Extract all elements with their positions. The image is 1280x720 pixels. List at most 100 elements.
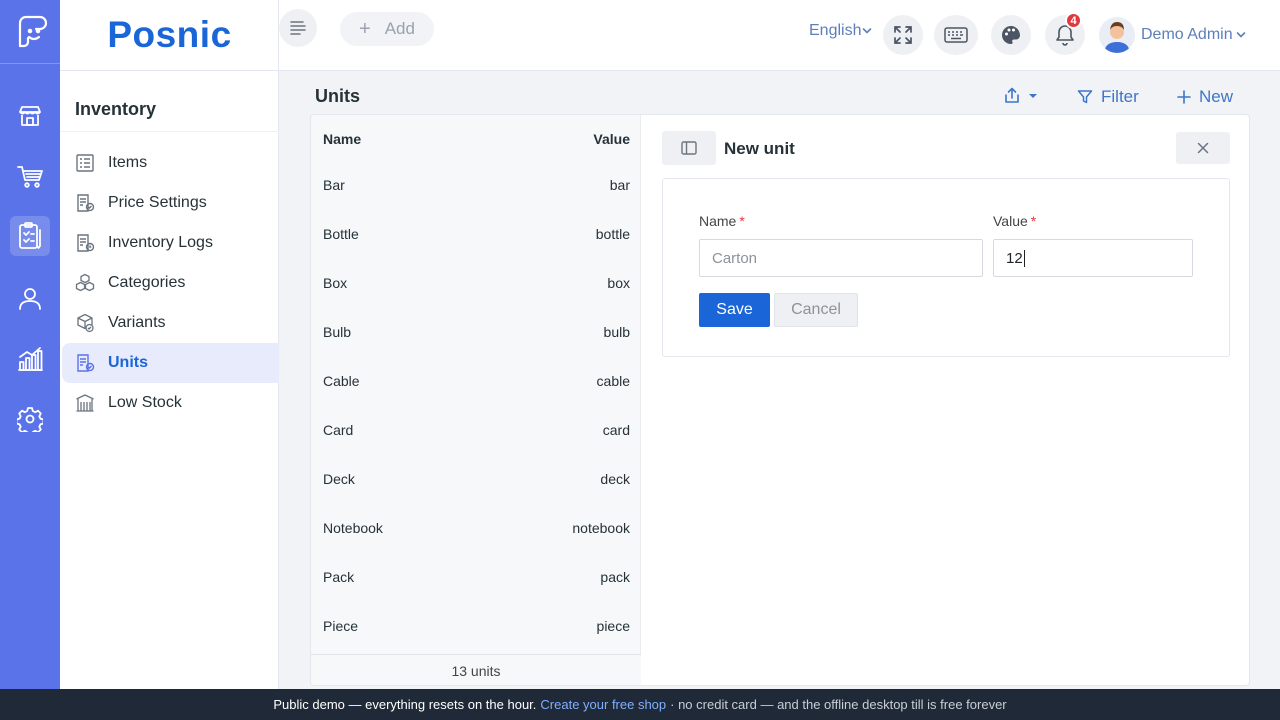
rail-inventory-button[interactable]	[10, 216, 50, 256]
table-row[interactable]: Bulb bulb	[323, 324, 630, 340]
inventory-clipboard-icon	[19, 222, 41, 249]
sidebar-item-label: Price Settings	[108, 194, 207, 211]
list-icon	[75, 153, 95, 173]
notifications-button[interactable]: 4	[1045, 12, 1085, 55]
divider	[60, 131, 279, 132]
table-row[interactable]: Deck deck	[323, 471, 630, 487]
menu-toggle-icon	[290, 21, 306, 35]
user-menu[interactable]: Demo Admin	[1099, 17, 1247, 53]
table-row[interactable]: Bottle bottle	[323, 226, 630, 242]
column-header-name[interactable]: Name	[323, 131, 361, 147]
sidebar-item-label: Variants	[108, 314, 166, 331]
toggle-list-button[interactable]	[662, 131, 716, 165]
icon-rail	[0, 0, 60, 689]
unit-value: piece	[596, 618, 630, 634]
rail-reports-button[interactable]	[10, 339, 50, 379]
unit-value: card	[602, 422, 630, 438]
sidebar-item-price-settings[interactable]: Price Settings	[62, 183, 279, 223]
value-field-label: Value *	[993, 213, 1037, 229]
cart-icon	[17, 166, 43, 188]
table-row[interactable]: Piece piece	[323, 618, 630, 634]
sidebar-item-label: Inventory Logs	[108, 234, 213, 251]
sidebar-item-inventory-logs[interactable]: Inventory Logs	[62, 223, 279, 263]
rail-store-button[interactable]	[10, 96, 50, 136]
cubes-icon	[75, 273, 95, 293]
sidebar-item-units[interactable]: Units	[62, 343, 279, 383]
sidebar-item-low-stock[interactable]: Low Stock	[62, 383, 279, 423]
sidebar-item-categories[interactable]: Categories	[62, 263, 279, 303]
list-header: Name Value	[323, 131, 630, 147]
filter-button[interactable]: Filter	[1077, 87, 1139, 107]
unit-name: Bulb	[323, 324, 352, 340]
sidebar-item-label: Low Stock	[108, 394, 182, 411]
rail-cart-button[interactable]	[10, 156, 50, 196]
unit-name: Notebook	[323, 520, 383, 536]
table-row[interactable]: Notebook notebook	[323, 520, 630, 536]
table-row[interactable]: Card card	[323, 422, 630, 438]
app-logo[interactable]	[0, 0, 60, 64]
store-icon	[19, 106, 41, 126]
new-label: New	[1199, 87, 1234, 106]
chart-icon	[18, 347, 43, 371]
banner-subtext: · no credit card — and the offline deskt…	[670, 697, 1007, 712]
caret-down-icon	[1029, 93, 1037, 98]
side-menu: Posnic Inventory Items Price Settings In…	[60, 0, 279, 689]
keyboard-icon	[944, 27, 968, 43]
language-label: English	[809, 22, 862, 39]
rail-settings-button[interactable]	[10, 399, 50, 439]
name-field-label: Name *	[699, 213, 745, 229]
sidebar-item-items[interactable]: Items	[62, 143, 279, 183]
sidebar-item-label: Units	[108, 354, 148, 371]
export-button[interactable]	[1004, 87, 1046, 104]
unit-value: pack	[600, 569, 630, 585]
keyboard-shortcuts-button[interactable]	[934, 15, 978, 55]
brand-logo-text[interactable]: Posnic	[60, 14, 279, 56]
name-input-placeholder: Carton	[712, 249, 758, 267]
language-selector[interactable]: English	[809, 22, 873, 40]
price-document-icon	[75, 193, 95, 213]
filter-icon	[1077, 90, 1093, 104]
plus-icon	[1177, 90, 1191, 104]
app-logo-icon	[18, 15, 48, 47]
table-row[interactable]: Pack pack	[323, 569, 630, 585]
unit-name: Bottle	[323, 226, 359, 242]
rail-users-button[interactable]	[10, 278, 50, 318]
column-header-value[interactable]: Value	[593, 131, 630, 147]
sidebar-item-label: Categories	[108, 274, 186, 291]
notification-badge: 4	[1065, 12, 1082, 29]
warehouse-icon	[75, 393, 95, 413]
fullscreen-button[interactable]	[883, 15, 923, 55]
unit-name: Deck	[323, 471, 355, 487]
units-panel: Name Value Bar bar Bottle bottle Box box…	[310, 114, 1250, 686]
unit-value: bar	[609, 177, 630, 193]
unit-name: Piece	[323, 618, 359, 634]
sidebar-item-variants[interactable]: Variants	[62, 303, 279, 343]
text-caret	[1023, 249, 1025, 267]
table-row[interactable]: Cable cable	[323, 373, 630, 389]
banner-text: Public demo — everything resets on the h…	[273, 697, 537, 712]
create-shop-link[interactable]: Create your free shop	[540, 697, 666, 712]
close-form-button[interactable]	[1176, 132, 1230, 164]
variant-box-icon	[75, 313, 95, 333]
chevron-down-icon	[863, 28, 872, 34]
unit-value: bottle	[595, 226, 630, 242]
save-button[interactable]: Save	[699, 293, 770, 327]
table-row[interactable]: Bar bar	[323, 177, 630, 193]
unit-value: cable	[596, 373, 630, 389]
settings-gear-icon	[17, 407, 43, 432]
value-input-text: 12	[1006, 249, 1023, 267]
theme-button[interactable]	[991, 15, 1031, 55]
new-button[interactable]: New	[1177, 87, 1233, 107]
value-input[interactable]: 12	[993, 239, 1193, 277]
table-row[interactable]: Box box	[323, 275, 630, 291]
page-title: Units	[315, 86, 360, 106]
name-input[interactable]: Carton	[699, 239, 983, 277]
add-button[interactable]: + Add	[340, 12, 434, 46]
menu-toggle-button[interactable]	[279, 9, 317, 47]
cancel-button[interactable]: Cancel	[774, 293, 858, 327]
new-unit-form: Name * Carton Value * 12 Save Cancel	[662, 178, 1230, 357]
unit-value: box	[607, 275, 630, 291]
avatar	[1099, 17, 1135, 53]
log-document-icon	[75, 233, 95, 253]
fullscreen-icon	[894, 26, 912, 44]
